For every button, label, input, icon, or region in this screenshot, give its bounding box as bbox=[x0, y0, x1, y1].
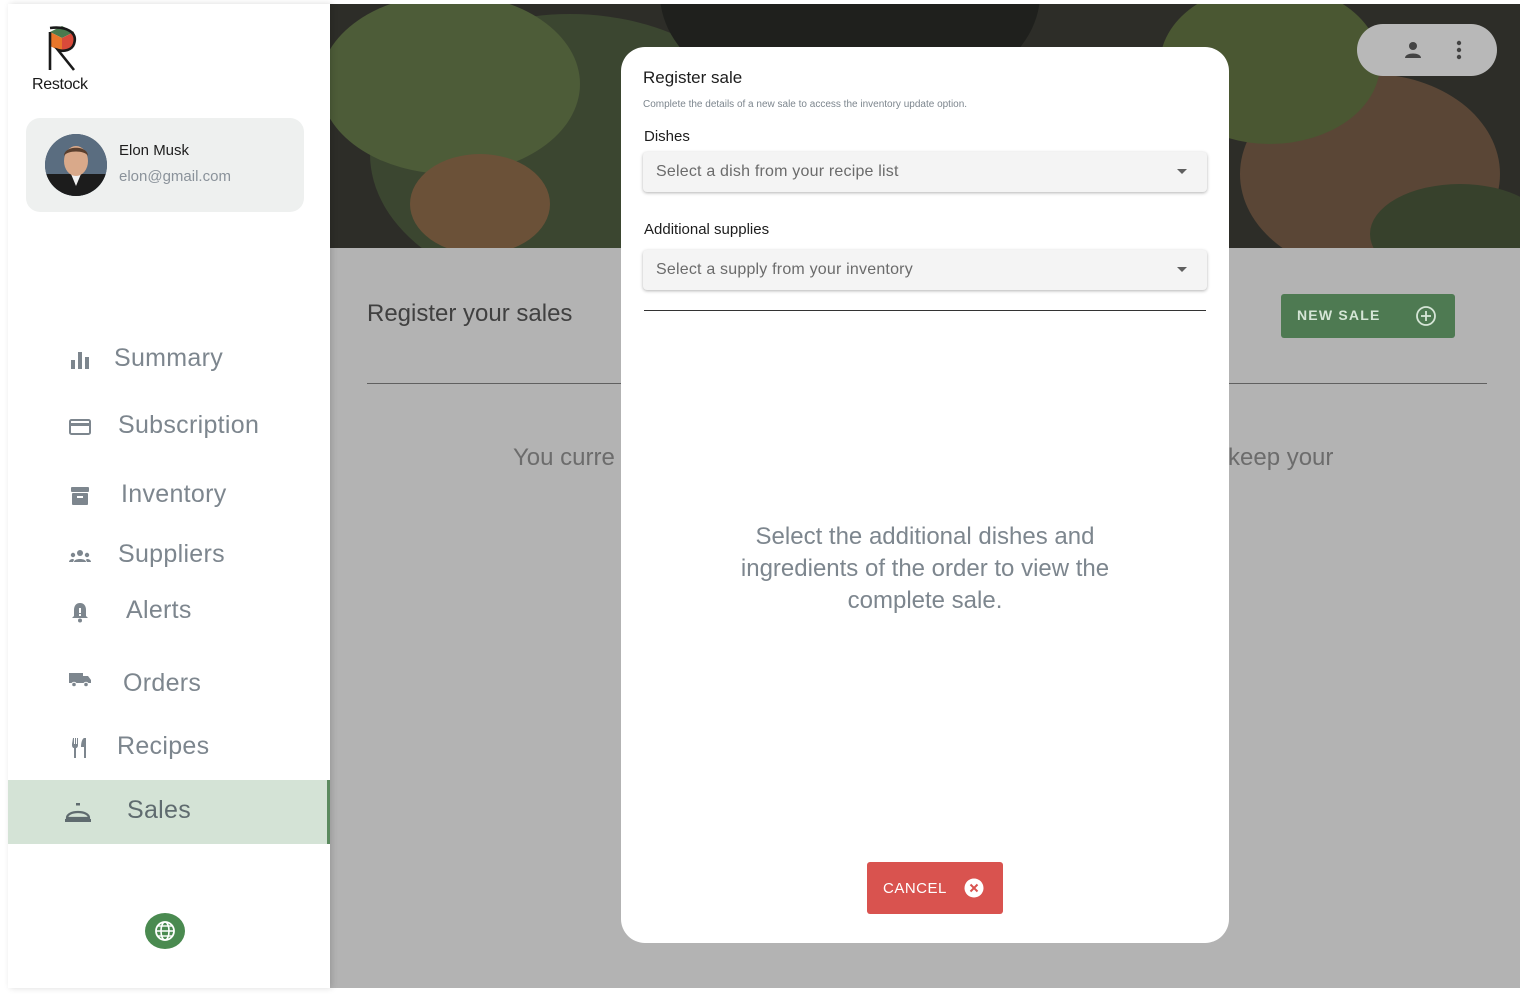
restock-logo-mark bbox=[48, 26, 77, 71]
cancel-button[interactable]: CANCEL bbox=[867, 862, 1003, 914]
sidebar-item-label: Orders bbox=[123, 669, 202, 697]
credit-card-icon bbox=[69, 419, 91, 435]
sidebar: Restock Elon Musk elon@gmail.com Summary bbox=[8, 4, 330, 988]
restock-logo[interactable]: Restock bbox=[32, 24, 102, 96]
dialog-subtitle: Complete the details of a new sale to ac… bbox=[643, 99, 968, 110]
add-circle-icon bbox=[1416, 306, 1436, 326]
dropdown-arrow-icon bbox=[1177, 169, 1187, 174]
user-menu[interactable] bbox=[1357, 24, 1497, 76]
sidebar-item-orders[interactable]: Orders bbox=[8, 655, 330, 715]
archive-box-icon bbox=[71, 487, 89, 505]
supply-select[interactable]: Select a supply from your inventory bbox=[643, 250, 1207, 290]
sidebar-item-subscription[interactable]: Subscription bbox=[8, 397, 330, 457]
page-title: Register your sales bbox=[367, 300, 573, 327]
app-name: Restock bbox=[32, 76, 88, 93]
bar-chart-icon bbox=[71, 352, 89, 369]
dialog-title: Register sale bbox=[643, 68, 743, 87]
dropdown-arrow-icon bbox=[1177, 267, 1187, 272]
sidebar-item-label: Suppliers bbox=[118, 540, 225, 568]
dishes-label: Dishes bbox=[644, 128, 690, 145]
fork-knife-icon bbox=[72, 738, 86, 758]
language-button[interactable] bbox=[145, 913, 185, 949]
sidebar-item-alerts[interactable]: Alerts bbox=[8, 582, 330, 642]
avatar bbox=[45, 134, 107, 196]
truck-icon bbox=[69, 673, 91, 688]
sidebar-item-label: Alerts bbox=[126, 596, 192, 624]
sidebar-item-label: Sales bbox=[127, 796, 192, 824]
supplies-label: Additional supplies bbox=[644, 221, 770, 238]
sidebar-item-label: Inventory bbox=[121, 480, 227, 508]
sidebar-item-recipes[interactable]: Recipes bbox=[8, 718, 330, 778]
globe-icon bbox=[155, 921, 175, 941]
new-sale-label: NEW SALE bbox=[1297, 307, 1381, 323]
sidebar-item-label: Summary bbox=[114, 344, 224, 372]
register-sale-dialog: Register sale Complete the details of a … bbox=[621, 47, 1229, 943]
app-window: Restock Elon Musk elon@gmail.com Summary bbox=[8, 4, 1520, 988]
person-icon[interactable] bbox=[1401, 38, 1425, 62]
avatar-image bbox=[45, 134, 107, 196]
close-circle-icon bbox=[964, 878, 984, 898]
group-icon bbox=[69, 550, 91, 562]
cloche-icon bbox=[65, 803, 91, 822]
cancel-label: CANCEL bbox=[883, 880, 947, 897]
sidebar-item-sales[interactable]: Sales bbox=[8, 780, 330, 844]
sidebar-item-inventory[interactable]: Inventory bbox=[8, 466, 330, 526]
bell-alert-icon bbox=[72, 603, 88, 623]
profile-card[interactable]: Elon Musk elon@gmail.com bbox=[26, 118, 304, 212]
sidebar-item-summary[interactable]: Summary bbox=[8, 330, 330, 390]
empty-text-right: keep your bbox=[1228, 444, 1334, 471]
new-sale-button[interactable]: NEW SALE bbox=[1281, 294, 1455, 338]
sidebar-item-suppliers[interactable]: Suppliers bbox=[8, 526, 330, 586]
dialog-empty-message: Select the additional dishes and ingredi… bbox=[740, 523, 1110, 614]
profile-name: Elon Musk bbox=[119, 142, 190, 159]
sidebar-item-label: Recipes bbox=[117, 732, 210, 760]
sidebar-item-label: Subscription bbox=[118, 411, 260, 439]
supply-select-placeholder: Select a supply from your inventory bbox=[656, 261, 913, 278]
empty-text-left: You curre bbox=[513, 444, 615, 471]
dish-select[interactable]: Select a dish from your recipe list bbox=[643, 152, 1207, 192]
more-vert-icon[interactable] bbox=[1451, 38, 1467, 62]
dialog-divider bbox=[644, 310, 1206, 311]
profile-email: elon@gmail.com bbox=[119, 168, 231, 185]
dish-select-placeholder: Select a dish from your recipe list bbox=[656, 163, 899, 180]
